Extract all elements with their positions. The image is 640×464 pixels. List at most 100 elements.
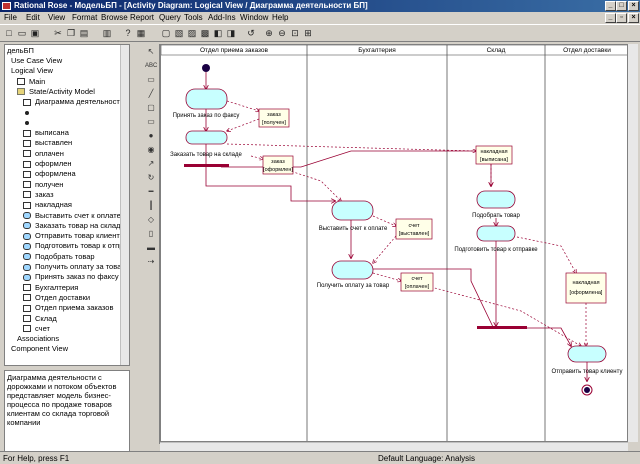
start-state-icon[interactable]: ● [145, 130, 157, 142]
tree-item[interactable]: Use Case View [11, 56, 62, 66]
tree-item[interactable]: Выставить счет к оплате [23, 211, 121, 221]
activity-pick-goods[interactable] [476, 190, 516, 209]
self-transition-icon[interactable]: ↻ [145, 172, 157, 184]
tree-item[interactable]: Отправить товар клиенту [23, 231, 124, 241]
tree-item[interactable]: Main [17, 77, 45, 87]
canvas-horizontal-scrollbar[interactable] [160, 442, 628, 451]
tree-item[interactable]: оплачен [23, 149, 64, 159]
menu-edit[interactable]: Edit [26, 13, 40, 22]
activity-accept-order[interactable] [185, 88, 228, 110]
context-help-icon[interactable]: ? [122, 27, 134, 39]
tree-item[interactable]: Отдел доставки [23, 293, 90, 303]
menu-tools[interactable]: Tools [184, 13, 203, 22]
copy-icon[interactable]: ❐ [65, 27, 77, 39]
activity-prepare-shipment[interactable] [476, 225, 516, 242]
object-flow-icon[interactable]: ⇢ [145, 256, 157, 268]
vertical-sync-icon[interactable]: ┃ [145, 200, 157, 212]
paste-icon[interactable]: ▤ [78, 27, 90, 39]
tree-item[interactable]: Диаграмма деятельности Б [23, 97, 129, 107]
menu-browse[interactable]: Browse [101, 13, 128, 22]
tree-item[interactable]: получен [23, 180, 63, 190]
previous-diagram-icon[interactable]: ↺ [245, 27, 257, 39]
zoom-out-icon[interactable]: ⊖ [276, 27, 288, 39]
activity-issue-invoice[interactable] [331, 200, 374, 221]
tree-item[interactable]: заказ [23, 190, 54, 200]
menu-report[interactable]: Report [130, 13, 154, 22]
browser-tree[interactable]: дельБП Use Case View Logical View Main Stat… [4, 44, 130, 366]
activity-tool-icon[interactable]: ▭ [145, 116, 157, 128]
tree-scrollbar[interactable] [120, 45, 129, 365]
note-tool-icon[interactable]: ▭ [145, 74, 157, 86]
object-waybill-processed[interactable] [565, 272, 607, 304]
tree-item[interactable]: Получить оплату за товар [23, 262, 125, 272]
menu-format[interactable]: Format [72, 13, 97, 22]
tree-item[interactable]: выписана [23, 128, 69, 138]
tree-item[interactable]: Associations [17, 334, 59, 344]
browse-deployment-icon[interactable]: ▩ [199, 27, 211, 39]
horizontal-sync-icon[interactable]: ━ [145, 186, 157, 198]
cut-icon[interactable]: ✂ [52, 27, 64, 39]
anchor-tool-icon[interactable]: ╱ [145, 88, 157, 100]
state-tool-icon[interactable]: ▢ [145, 102, 157, 114]
menu-addins[interactable]: Add-Ins [208, 13, 236, 22]
transition-tool-icon[interactable]: ↗ [145, 158, 157, 170]
tree-item[interactable]: Подготовить товар к отправ [23, 241, 129, 251]
tree-item[interactable]: Склад [23, 314, 57, 324]
minimize-button[interactable]: _ [605, 1, 616, 11]
doc-close-button[interactable]: × [628, 13, 639, 23]
text-tool-icon[interactable]: ABC [145, 60, 157, 72]
browse-parent-icon[interactable]: ◧ [212, 27, 224, 39]
doc-restore-button[interactable]: ▫ [616, 13, 627, 23]
tree-item[interactable]: выставлен [23, 138, 72, 148]
view-doc-icon[interactable]: ▦ [135, 27, 147, 39]
tree-item[interactable]: оформлен [23, 159, 72, 169]
join-bar[interactable] [477, 326, 527, 329]
object-tool-icon[interactable]: ▬ [145, 242, 157, 254]
open-icon[interactable]: ▭ [16, 27, 28, 39]
maximize-button[interactable]: □ [616, 1, 627, 11]
tree-item[interactable]: счет [23, 324, 50, 334]
undo-fit-icon[interactable]: ⊞ [302, 27, 314, 39]
close-button[interactable]: × [628, 1, 639, 11]
menu-view[interactable]: View [48, 13, 65, 22]
save-icon[interactable]: ▣ [29, 27, 41, 39]
fork-bar[interactable] [184, 164, 229, 167]
tree-item[interactable]: State/Activity Model [17, 87, 95, 97]
swimlane-tool-icon[interactable]: ▯ [145, 228, 157, 240]
print-icon[interactable]: ▥ [101, 27, 113, 39]
tree-root[interactable]: дельБП [7, 46, 34, 56]
selection-tool-icon[interactable]: ↖ [145, 46, 157, 58]
tree-item[interactable]: Бухгалтерия [23, 283, 78, 293]
browse-interaction-icon[interactable]: ▧ [173, 27, 185, 39]
activity-ship-to-client[interactable] [567, 345, 607, 363]
tree-item[interactable]: Подобрать товар [23, 252, 95, 262]
swimlane-accounting[interactable]: Бухгалтерия [358, 47, 396, 54]
browse-class-icon[interactable]: ▢ [160, 27, 172, 39]
zoom-in-icon[interactable]: ⊕ [263, 27, 275, 39]
end-state-icon[interactable]: ◉ [145, 144, 157, 156]
swimlane-delivery[interactable]: Отдел доставки [563, 47, 611, 54]
swimlane-orders[interactable]: Отдел приема заказов [200, 47, 269, 54]
doc-minimize-button[interactable]: _ [605, 13, 616, 23]
browse-component-icon[interactable]: ▨ [186, 27, 198, 39]
tree-item[interactable] [23, 108, 35, 118]
decision-tool-icon[interactable]: ◇ [145, 214, 157, 226]
menu-query[interactable]: Query [159, 13, 181, 22]
fit-in-window-icon[interactable]: ⊡ [289, 27, 301, 39]
activity-receive-payment[interactable] [331, 260, 374, 280]
canvas-vertical-scrollbar[interactable] [628, 44, 638, 442]
tree-item[interactable]: Component View [11, 344, 68, 354]
diagram-canvas[interactable]: Отдел приема заказов Бухгалтерия Склад О… [160, 44, 628, 442]
activity-order-from-warehouse[interactable] [185, 130, 228, 145]
menu-file[interactable]: File [4, 13, 17, 22]
start-state[interactable] [202, 64, 210, 72]
tree-item[interactable]: накладная [23, 200, 72, 210]
swimlane-warehouse[interactable]: Склад [487, 47, 506, 54]
tree-item[interactable] [23, 118, 35, 128]
tree-item[interactable]: Отдел приема заказов [23, 303, 113, 313]
tree-item[interactable]: оформлена [23, 169, 76, 179]
new-icon[interactable]: □ [3, 27, 15, 39]
tree-item[interactable]: Logical View [11, 66, 53, 76]
tree-item[interactable]: Принять заказ по факсу [23, 272, 119, 282]
documentation-pane[interactable]: Диаграмма деятельности с дорожками и пот… [4, 370, 130, 452]
